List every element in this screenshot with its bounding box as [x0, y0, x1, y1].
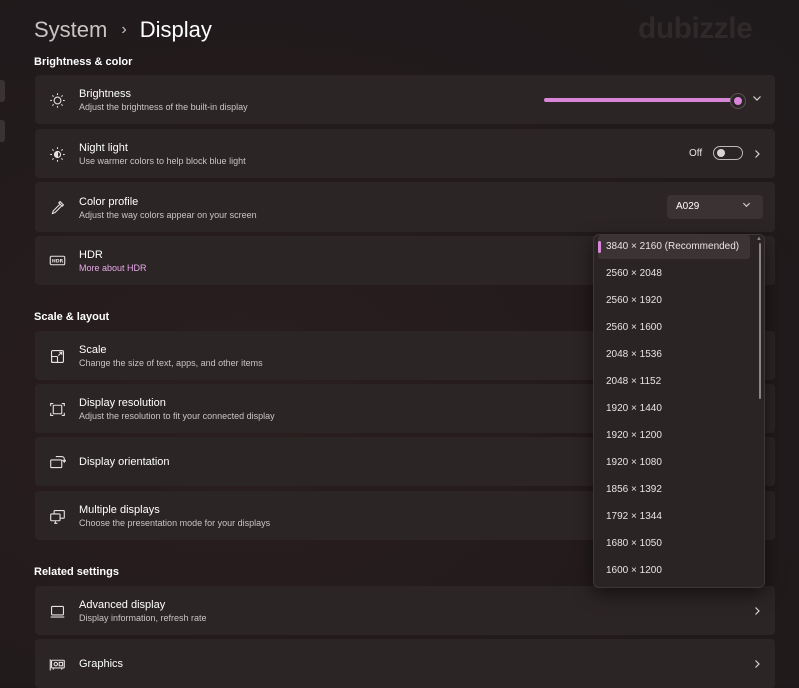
brightness-slider-thumb[interactable]	[730, 93, 746, 109]
resolution-option-label: 2048 × 1152	[606, 376, 662, 387]
resolution-option[interactable]: 1920 × 1080	[598, 451, 750, 475]
display-resolution-title: Display resolution	[79, 397, 166, 409]
resolution-option[interactable]: 1680 × 1050	[598, 532, 750, 556]
orientation-icon	[48, 453, 66, 471]
brightness-subtitle: Adjust the brightness of the built-in di…	[79, 102, 248, 112]
chevron-right-icon[interactable]	[752, 658, 762, 672]
section-brightness-color: Brightness & color	[34, 56, 133, 68]
color-profile-value: A029	[676, 201, 700, 212]
graphics-card-icon	[48, 655, 66, 673]
night-light-toggle[interactable]	[713, 146, 743, 160]
brightness-title: Brightness	[79, 88, 131, 100]
resolution-option-label: 1920 × 1080	[606, 457, 662, 468]
display-orientation-title: Display orientation	[79, 456, 170, 468]
advanced-display-title: Advanced display	[79, 599, 166, 611]
scale-icon	[48, 347, 66, 365]
hdr-title: HDR	[79, 249, 103, 261]
resolution-option-label: 3840 × 2160 (Recommended)	[606, 241, 740, 252]
multiple-displays-icon	[48, 507, 66, 525]
resolution-option-label: 1856 × 1392	[606, 484, 662, 495]
chevron-down-icon	[742, 200, 751, 212]
color-profile-select[interactable]: A029	[667, 195, 763, 219]
resolution-option[interactable]: 3840 × 2160 (Recommended)	[598, 235, 750, 259]
watermark-logo: dubizzle	[638, 12, 753, 45]
resolution-option[interactable]: 2560 × 1920	[598, 289, 750, 313]
selection-indicator	[598, 241, 601, 253]
color-profile-subtitle: Adjust the way colors appear on your scr…	[79, 210, 257, 220]
breadcrumb: System › Display	[34, 14, 212, 46]
monitor-icon	[48, 602, 66, 620]
brightness-slider-track[interactable]	[544, 98, 736, 102]
chevron-down-icon[interactable]	[752, 92, 762, 106]
sun-icon	[48, 91, 66, 109]
brightness-card[interactable]: Brightness Adjust the brightness of the …	[35, 75, 775, 124]
resolution-option[interactable]: 1920 × 1200	[598, 424, 750, 448]
resolution-option-label: 1680 × 1050	[606, 538, 662, 549]
resolution-option[interactable]: 1920 × 1440	[598, 397, 750, 421]
chevron-right-icon[interactable]	[752, 605, 762, 619]
section-scale-layout: Scale & layout	[34, 311, 110, 323]
resolution-option[interactable]: 1792 × 1344	[598, 505, 750, 529]
resolution-option[interactable]: 2560 × 1600	[598, 316, 750, 340]
hdr-icon: HDR	[48, 251, 66, 269]
resolution-option-label: 2560 × 2048	[606, 268, 662, 279]
advanced-display-card[interactable]: Advanced display Display information, re…	[35, 586, 775, 635]
resolution-option[interactable]: 1856 × 1392	[598, 478, 750, 502]
resolution-option-label: 2560 × 1600	[606, 322, 662, 333]
resolution-option-label: 1920 × 1200	[606, 430, 662, 441]
resolution-option[interactable]: 1600 × 1200	[598, 559, 750, 583]
resolution-dropdown[interactable]: ▲ 3840 × 2160 (Recommended) 2560 × 2048 25…	[593, 234, 765, 588]
graphics-title: Graphics	[79, 658, 124, 670]
multiple-displays-title: Multiple displays	[79, 504, 160, 516]
resolution-option-label: 1792 × 1344	[606, 511, 662, 522]
chevron-right-icon[interactable]	[752, 148, 762, 162]
resolution-option-label: 2048 × 1536	[606, 349, 662, 360]
display-resolution-subtitle: Adjust the resolution to fit your connec…	[79, 411, 275, 421]
multiple-displays-subtitle: Choose the presentation mode for your di…	[79, 518, 271, 528]
resolution-icon	[48, 400, 66, 418]
advanced-display-subtitle: Display information, refresh rate	[79, 613, 207, 623]
hdr-learn-more-link[interactable]: More about HDR	[79, 262, 147, 274]
resolution-option[interactable]: 2048 × 1152	[598, 370, 750, 394]
color-profile-card[interactable]: Color profile Adjust the way colors appe…	[35, 182, 775, 232]
scale-subtitle: Change the size of text, apps, and other…	[79, 358, 263, 368]
night-light-card[interactable]: Night light Use warmer colors to help bl…	[35, 129, 775, 178]
graphics-card[interactable]: Graphics	[35, 639, 775, 688]
resolution-option[interactable]: 2048 × 1536	[598, 343, 750, 367]
page-title: Display	[139, 17, 212, 42]
resolution-option-label: 1600 × 1200	[606, 565, 662, 576]
dropdown-scrollbar[interactable]	[759, 243, 761, 399]
section-related-settings: Related settings	[34, 566, 119, 578]
nav-pane-edge-bottom	[0, 120, 5, 142]
resolution-option[interactable]: 2560 × 2048	[598, 262, 750, 286]
nav-pane-edge-top	[0, 80, 5, 102]
breadcrumb-separator: ›	[121, 21, 127, 38]
night-light-icon	[48, 145, 66, 163]
scale-title: Scale	[79, 344, 107, 356]
night-light-subtitle: Use warmer colors to help block blue lig…	[79, 156, 246, 166]
color-profile-title: Color profile	[79, 196, 139, 208]
night-light-title: Night light	[79, 142, 128, 154]
resolution-option-label: 1920 × 1440	[606, 403, 662, 414]
breadcrumb-system[interactable]: System	[34, 17, 107, 43]
night-light-state-label: Off	[689, 148, 703, 159]
svg-text:HDR: HDR	[51, 258, 63, 264]
resolution-option-label: 2560 × 1920	[606, 295, 662, 306]
scroll-up-icon[interactable]: ▲	[756, 236, 762, 242]
eyedropper-icon	[48, 198, 66, 216]
